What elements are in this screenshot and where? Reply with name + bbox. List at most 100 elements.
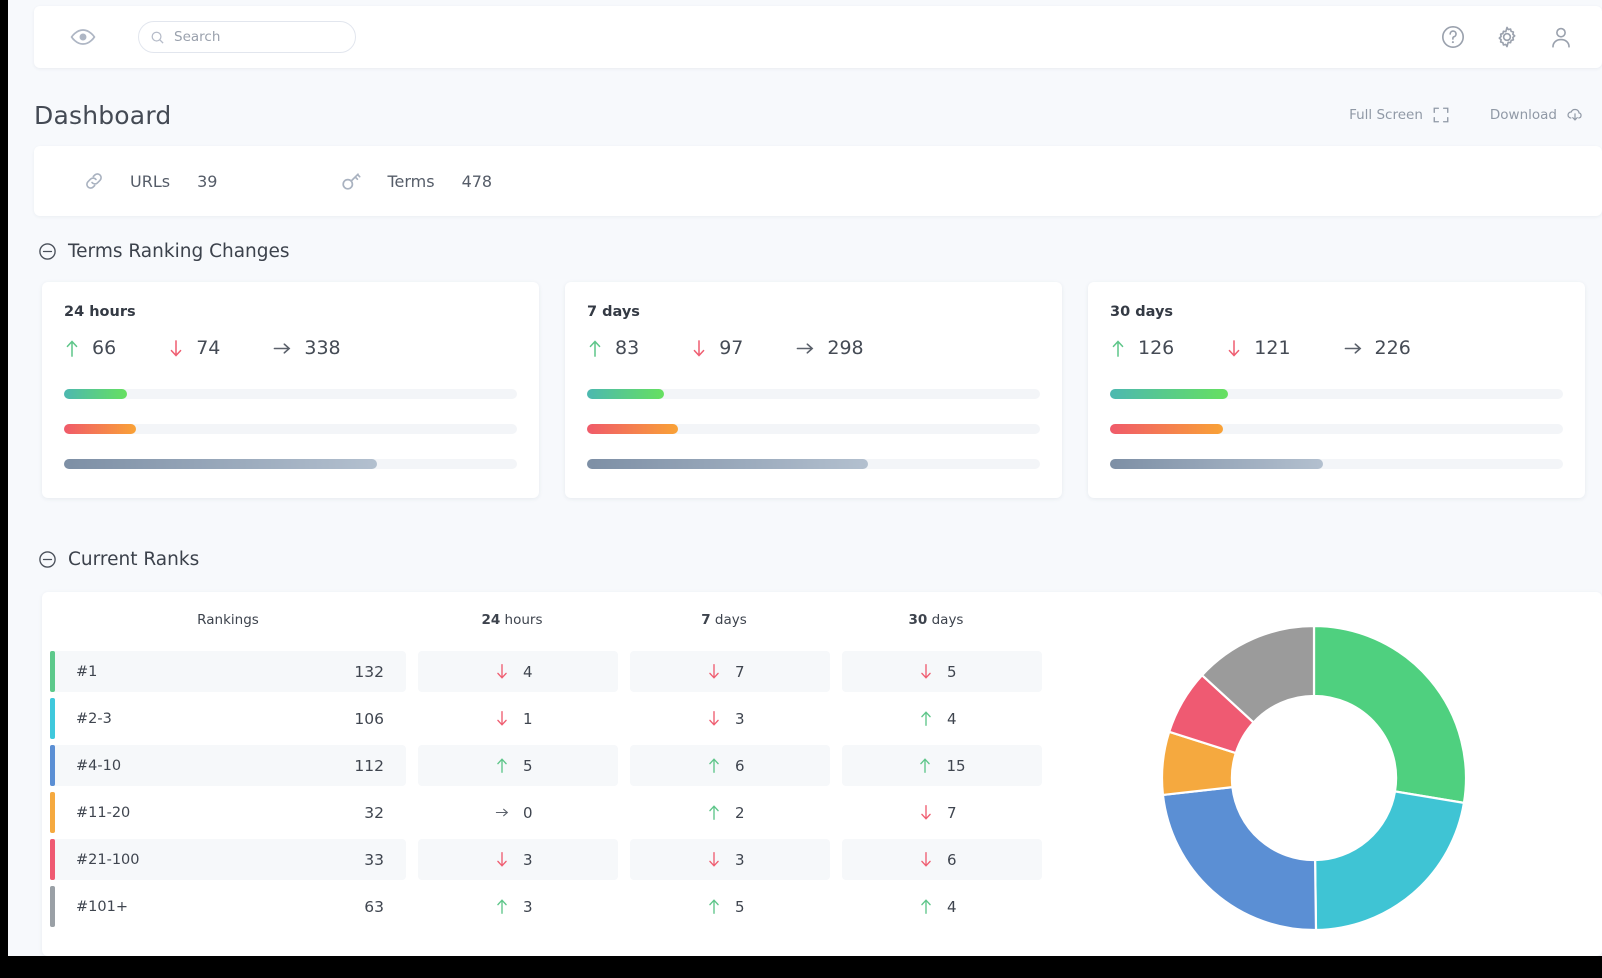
stat-terms: Terms 478 <box>339 169 492 193</box>
delta-value: 5 <box>947 662 957 681</box>
rank-count: 63 <box>364 897 384 916</box>
rank-count: 112 <box>354 756 384 775</box>
delta-value: 3 <box>523 897 533 916</box>
delta-cell-d30[interactable]: 4 <box>842 698 1042 739</box>
download-label: Download <box>1489 107 1557 123</box>
ranks-table: Rankings 24 hours 7 days 30 days #1 132 4 7… <box>50 592 1090 930</box>
bar-fill-up <box>64 389 128 399</box>
download-button[interactable]: Download <box>1490 106 1584 124</box>
delta-value: 7 <box>947 803 957 822</box>
table-body: #1 132 4 7 5 #2-3 106 1 3 4 #4-10 112 5 6 15 #11-20 32 0 2… <box>50 648 1090 930</box>
rank-color-bar <box>50 651 55 692</box>
delta-cell-d30[interactable]: 5 <box>842 651 1042 692</box>
card-stats: 66 74 338 <box>64 337 517 359</box>
delta-value: 2 <box>735 803 745 822</box>
rank-cell[interactable]: #101+ 63 <box>50 886 406 927</box>
rank-cell[interactable]: #21-100 33 <box>50 839 406 880</box>
arrow-down-icon <box>921 664 931 679</box>
section-current-ranks[interactable]: Current Ranks <box>38 549 199 570</box>
stat-flat: 298 <box>795 337 864 359</box>
delta-cell-d7[interactable]: 3 <box>630 698 830 739</box>
delta-value: 6 <box>947 850 957 869</box>
page-title: Dashboard <box>34 100 172 130</box>
delta-cell-d7[interactable]: 5 <box>630 886 830 927</box>
delta-cell-h24[interactable]: 5 <box>418 745 618 786</box>
delta-value: 1 <box>523 709 533 728</box>
search-box[interactable] <box>138 21 356 53</box>
full-screen-button[interactable]: Full Screen <box>1349 106 1450 124</box>
table-row[interactable]: #21-100 33 3 3 6 <box>50 836 1090 883</box>
rank-cell[interactable]: #2-3 106 <box>50 698 406 739</box>
card-stats: 126 121 226 <box>1110 337 1563 359</box>
column-header-rankings: Rankings <box>197 612 259 628</box>
ranks-donut-chart <box>1144 608 1524 948</box>
collapse-circle-icon[interactable] <box>38 242 57 261</box>
delta-value: 15 <box>946 756 966 775</box>
arrow-down-icon <box>497 664 507 679</box>
top-bar <box>34 6 1602 68</box>
bar-track-up <box>64 389 517 399</box>
page-actions: Full Screen Download <box>1349 106 1584 124</box>
arrow-down-icon <box>709 664 719 679</box>
section-terms-ranking-changes[interactable]: Terms Ranking Changes <box>38 241 290 262</box>
delta-cell-d30[interactable]: 7 <box>842 792 1042 833</box>
delta-cell-d7[interactable]: 3 <box>630 839 830 880</box>
donut-slice[interactable] <box>1313 790 1466 932</box>
download-icon <box>1567 108 1582 121</box>
table-row[interactable]: #2-3 106 1 3 4 <box>50 695 1090 742</box>
delta-value: 7 <box>735 662 745 681</box>
collapse-circle-icon[interactable] <box>38 550 57 569</box>
ranking-card-7-days: 7 days 83 97 298 <box>565 282 1062 498</box>
delta-value: 5 <box>735 897 745 916</box>
bar-track-up <box>1110 389 1563 399</box>
current-ranks-panel: Rankings 24 hours 7 days 30 days #1 132 4 7… <box>42 592 1602 956</box>
stat-urls-label: URLs <box>130 171 171 191</box>
delta-cell-d7[interactable]: 7 <box>630 651 830 692</box>
ranking-change-cards: 24 hours 66 74 338 7 days 83 97 298 30 d… <box>34 276 1602 504</box>
bar-track-down <box>1110 424 1563 434</box>
delta-cell-h24[interactable]: 3 <box>418 839 618 880</box>
card-bars <box>64 389 517 469</box>
bar-fill-up <box>587 389 664 399</box>
delta-cell-h24[interactable]: 0 <box>418 792 618 833</box>
search-input[interactable] <box>174 29 324 45</box>
rank-count: 106 <box>354 709 384 728</box>
rank-count: 32 <box>364 803 384 822</box>
arrow-down-icon <box>709 711 719 726</box>
delta-cell-d7[interactable]: 6 <box>630 745 830 786</box>
table-row[interactable]: #11-20 32 0 2 7 <box>50 789 1090 836</box>
delta-value: 6 <box>735 756 745 775</box>
rank-cell[interactable]: #11-20 32 <box>50 792 406 833</box>
card-stats: 83 97 298 <box>587 337 1040 359</box>
delta-cell-d30[interactable]: 15 <box>842 745 1042 786</box>
table-row[interactable]: #101+ 63 3 5 4 <box>50 883 1090 930</box>
delta-cell-d30[interactable]: 6 <box>842 839 1042 880</box>
link-icon <box>82 169 106 193</box>
arrow-up-icon <box>66 339 78 357</box>
delta-cell-d30[interactable]: 4 <box>842 886 1042 927</box>
delta-cell-h24[interactable]: 1 <box>418 698 618 739</box>
stat-urls: URLs 39 <box>82 169 217 193</box>
arrow-down-icon <box>709 852 719 867</box>
arrow-down-icon <box>921 852 931 867</box>
donut-slice[interactable] <box>1312 624 1468 805</box>
question-circle-icon[interactable] <box>1440 24 1466 50</box>
gear-icon[interactable] <box>1494 24 1520 50</box>
arrow-down-icon <box>1228 339 1240 357</box>
rank-cell[interactable]: #1 132 <box>50 651 406 692</box>
stat-urls-value: 39 <box>197 171 218 191</box>
app-viewport: Dashboard Full Screen Download <box>8 0 1602 956</box>
table-row[interactable]: #1 132 4 7 5 <box>50 648 1090 695</box>
rank-cell[interactable]: #4-10 112 <box>50 745 406 786</box>
table-row[interactable]: #4-10 112 5 6 15 <box>50 742 1090 789</box>
delta-cell-h24[interactable]: 4 <box>418 651 618 692</box>
delta-cell-d7[interactable]: 2 <box>630 792 830 833</box>
delta-cell-h24[interactable]: 3 <box>418 886 618 927</box>
donut-slice[interactable] <box>1161 785 1318 932</box>
arrow-down-icon <box>497 711 507 726</box>
summary-stats: URLs 39 Terms 478 <box>34 146 1602 216</box>
topbar-actions <box>1440 24 1574 50</box>
rank-color-bar <box>50 745 55 786</box>
eye-icon[interactable] <box>70 24 96 50</box>
user-icon[interactable] <box>1548 24 1574 50</box>
